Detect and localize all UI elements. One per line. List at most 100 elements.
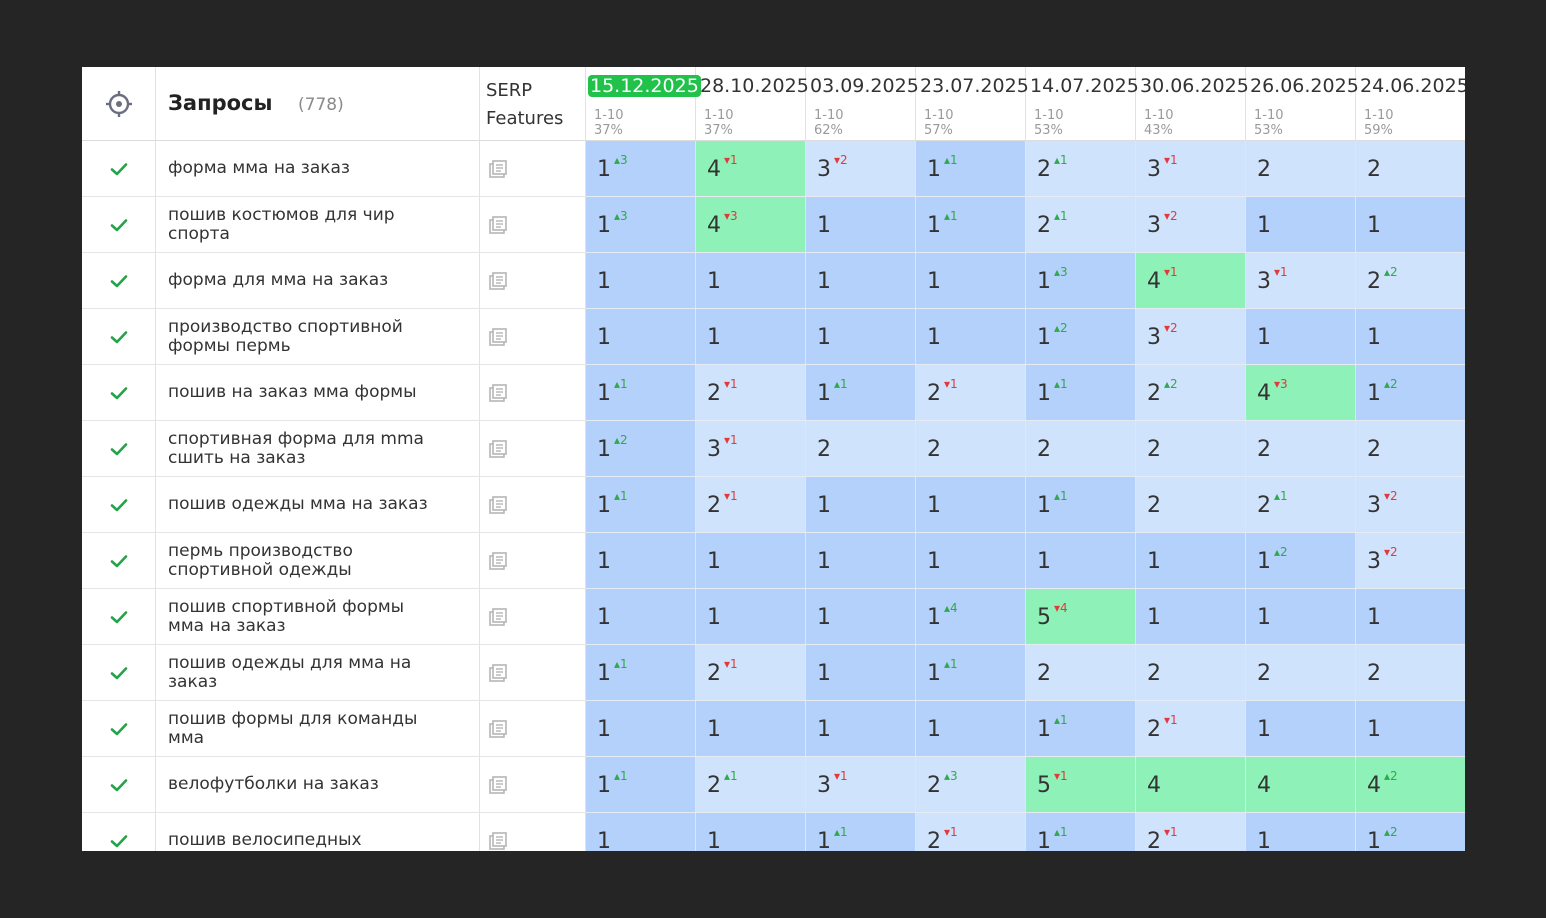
position-cell[interactable]: 3 ▾2 — [1356, 477, 1465, 533]
position-cell[interactable]: 2 ▾1 — [696, 645, 806, 701]
position-cell[interactable]: 2 ▴1 — [696, 757, 806, 813]
row-select-check[interactable] — [82, 477, 156, 533]
position-cell[interactable]: 2 — [1136, 645, 1246, 701]
position-cell[interactable]: 2 ▾1 — [696, 477, 806, 533]
position-cell[interactable]: 1 — [916, 477, 1026, 533]
position-cell[interactable]: 4 ▾1 — [696, 141, 806, 197]
position-cell[interactable]: 2 — [1136, 421, 1246, 477]
position-cell[interactable]: 2 ▴1 — [1246, 477, 1356, 533]
serp-features-cell[interactable] — [480, 813, 586, 851]
position-cell[interactable]: 2 — [1246, 141, 1356, 197]
position-cell[interactable]: 2 — [916, 421, 1026, 477]
row-select-check[interactable] — [82, 645, 156, 701]
table-row[interactable]: пошив велосипедных 1 1 1 ▴1 2 ▾1 1 ▴1 2 ▾1 1 1 ▴2 — [82, 813, 1465, 851]
position-cell[interactable]: 1 — [586, 813, 696, 851]
position-cell[interactable]: 1 — [1246, 589, 1356, 645]
position-cell[interactable]: 2 — [1246, 645, 1356, 701]
table-row[interactable]: пошив костюмов для чир спорта 1 ▴3 4 ▾3 1 1 ▴1 2… — [82, 197, 1465, 253]
query-text[interactable]: спортивная форма для mma сшить на заказ — [156, 421, 480, 477]
position-cell[interactable]: 1 — [1246, 813, 1356, 851]
table-row[interactable]: производство спортивной формы пермь 1 1 1 1 1… — [82, 309, 1465, 365]
position-cell[interactable]: 1 ▴4 — [916, 589, 1026, 645]
position-cell[interactable]: 1 ▴2 — [1246, 533, 1356, 589]
position-cell[interactable]: 1 ▴1 — [586, 365, 696, 421]
position-cell[interactable]: 1 — [806, 645, 916, 701]
position-cell[interactable]: 3 ▾1 — [1136, 141, 1246, 197]
position-cell[interactable]: 2 — [1136, 477, 1246, 533]
date-column-header[interactable]: 14.07.2025 1-10 53% — [1026, 67, 1139, 141]
position-cell[interactable]: 2 ▾1 — [1136, 813, 1246, 851]
position-cell[interactable]: 1 — [696, 253, 806, 309]
position-cell[interactable]: 1 — [916, 253, 1026, 309]
position-cell[interactable]: 3 ▾2 — [1356, 533, 1465, 589]
position-cell[interactable]: 1 — [1356, 309, 1465, 365]
position-cell[interactable]: 1 ▴3 — [586, 197, 696, 253]
query-text[interactable]: пермь производство спортивной одежды — [156, 533, 480, 589]
position-cell[interactable]: 3 ▾1 — [696, 421, 806, 477]
position-cell[interactable]: 2 ▾1 — [916, 365, 1026, 421]
position-cell[interactable]: 2 ▾1 — [696, 365, 806, 421]
position-cell[interactable]: 1 — [1356, 701, 1465, 757]
position-cell[interactable]: 1 ▴1 — [1026, 477, 1136, 533]
row-select-check[interactable] — [82, 253, 156, 309]
row-select-check[interactable] — [82, 701, 156, 757]
position-cell[interactable]: 2 ▴1 — [1026, 141, 1136, 197]
position-cell[interactable]: 2 — [1356, 645, 1465, 701]
date-column-header[interactable]: 24.06.2025 1-10 59% — [1356, 67, 1465, 141]
date-column-header[interactable]: 28.10.2025 1-10 37% — [696, 67, 809, 141]
position-cell[interactable]: 3 ▾1 — [1246, 253, 1356, 309]
query-text[interactable]: пошив на заказ мма формы — [156, 365, 480, 421]
query-text[interactable]: велофутболки на заказ — [156, 757, 480, 813]
position-cell[interactable]: 2 ▴2 — [1136, 365, 1246, 421]
query-text[interactable]: пошив одежды для мма на заказ — [156, 645, 480, 701]
header-serp-features[interactable]: SERP Features — [480, 67, 586, 141]
position-cell[interactable]: 2 — [1356, 421, 1465, 477]
position-cell[interactable]: 1 — [806, 589, 916, 645]
position-cell[interactable]: 2 ▾1 — [916, 813, 1026, 851]
position-cell[interactable]: 1 — [1356, 589, 1465, 645]
position-cell[interactable]: 2 — [1356, 141, 1465, 197]
table-row[interactable]: форма для мма на заказ 1 1 1 1 1 ▴3 4 ▾1 3 ▾1 2 ▴2 — [82, 253, 1465, 309]
position-cell[interactable]: 3 ▾2 — [1136, 197, 1246, 253]
position-cell[interactable]: 3 ▾1 — [806, 757, 916, 813]
table-row[interactable]: велофутболки на заказ 1 ▴1 2 ▴1 3 ▾1 2 ▴3 5 ▾1 4 4 4 ▴… — [82, 757, 1465, 813]
position-cell[interactable]: 4 ▾3 — [1246, 365, 1356, 421]
position-cell[interactable]: 4 — [1136, 757, 1246, 813]
table-row[interactable]: спортивная форма для mma сшить на заказ 1… — [82, 421, 1465, 477]
position-cell[interactable]: 1 — [586, 309, 696, 365]
position-cell[interactable]: 1 — [696, 533, 806, 589]
position-cell[interactable]: 1 ▴1 — [1026, 701, 1136, 757]
serp-features-cell[interactable] — [480, 533, 586, 589]
position-cell[interactable]: 1 — [696, 309, 806, 365]
position-cell[interactable]: 1 — [586, 589, 696, 645]
position-cell[interactable]: 1 — [1136, 533, 1246, 589]
position-cell[interactable]: 3 ▾2 — [1136, 309, 1246, 365]
row-select-check[interactable] — [82, 421, 156, 477]
position-cell[interactable]: 1 — [806, 309, 916, 365]
position-cell[interactable]: 2 — [1026, 421, 1136, 477]
position-cell[interactable]: 1 ▴2 — [1026, 309, 1136, 365]
position-cell[interactable]: 2 — [806, 421, 916, 477]
position-cell[interactable]: 1 — [806, 533, 916, 589]
position-cell[interactable]: 1 ▴1 — [916, 645, 1026, 701]
date-column-header[interactable]: 03.09.2025 1-10 62% — [806, 67, 919, 141]
row-select-check[interactable] — [82, 365, 156, 421]
position-cell[interactable]: 1 — [806, 477, 916, 533]
position-cell[interactable]: 1 ▴2 — [1356, 365, 1465, 421]
position-cell[interactable]: 1 ▴1 — [806, 365, 916, 421]
position-cell[interactable]: 1 — [1356, 197, 1465, 253]
position-cell[interactable]: 1 — [806, 701, 916, 757]
row-select-check[interactable] — [82, 813, 156, 851]
query-text[interactable]: производство спортивной формы пермь — [156, 309, 480, 365]
serp-features-cell[interactable] — [480, 421, 586, 477]
table-row[interactable]: пошив формы для команды мма 1 1 1 1 1 ▴1 2 ▾1 1 1 — [82, 701, 1465, 757]
position-cell[interactable]: 1 ▴1 — [1026, 365, 1136, 421]
serp-features-cell[interactable] — [480, 477, 586, 533]
table-row[interactable]: пермь производство спортивной одежды 1 1 1 1… — [82, 533, 1465, 589]
query-text[interactable]: пошив одежды мма на заказ — [156, 477, 480, 533]
position-cell[interactable]: 1 ▴1 — [586, 477, 696, 533]
row-select-check[interactable] — [82, 757, 156, 813]
serp-features-cell[interactable] — [480, 701, 586, 757]
position-cell[interactable]: 1 ▴1 — [916, 197, 1026, 253]
position-cell[interactable]: 1 ▴2 — [1356, 813, 1465, 851]
